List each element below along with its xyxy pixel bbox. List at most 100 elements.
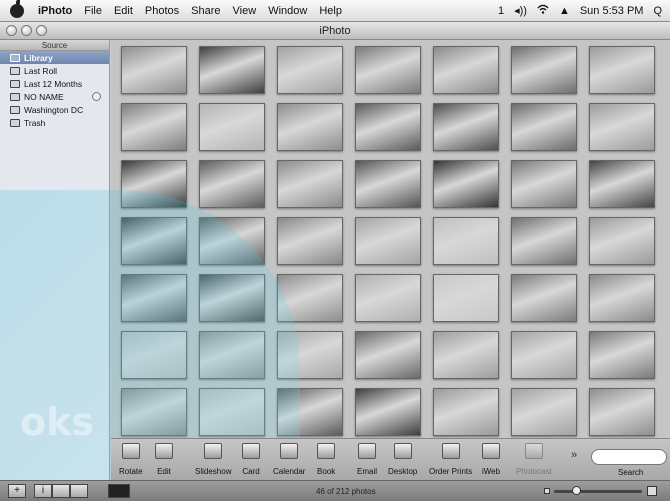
photo-thumbnail[interactable] [589, 274, 655, 322]
photo-thumbnail[interactable] [589, 331, 655, 379]
menu-view[interactable]: View [227, 5, 263, 17]
menu-file[interactable]: File [78, 5, 108, 17]
menu-window[interactable]: Window [262, 5, 313, 17]
add-album-button[interactable]: + [8, 484, 26, 498]
rotate-button[interactable]: Rotate [119, 443, 143, 476]
menu-edit[interactable]: Edit [108, 5, 139, 17]
menu-bar: iPhoto File Edit Photos Share View Windo… [0, 0, 670, 22]
zoom-slider[interactable] [554, 490, 642, 493]
photo-thumbnail[interactable] [199, 103, 265, 151]
small-thumbnail-icon [544, 488, 550, 494]
photo-thumbnail[interactable] [589, 388, 655, 436]
photo-thumbnail[interactable] [355, 217, 421, 265]
photo-thumbnail[interactable] [433, 217, 499, 265]
photo-thumbnail[interactable] [199, 217, 265, 265]
photo-thumbnail[interactable] [511, 160, 577, 208]
photo-thumbnail[interactable] [121, 160, 187, 208]
photo-thumbnail[interactable] [433, 160, 499, 208]
photo-thumbnail[interactable] [199, 388, 265, 436]
photo-thumbnail[interactable] [511, 103, 577, 151]
library-icon [10, 53, 20, 62]
photo-thumbnail[interactable] [511, 388, 577, 436]
calendar-view-button[interactable] [52, 484, 70, 498]
menu-extra-number[interactable]: 1 [498, 5, 504, 17]
photo-thumbnail[interactable] [199, 274, 265, 322]
photo-thumbnail[interactable] [199, 160, 265, 208]
photo-thumbnail[interactable] [121, 217, 187, 265]
photo-thumbnail[interactable] [355, 274, 421, 322]
keywords-button[interactable] [70, 484, 88, 498]
menu-photos[interactable]: Photos [139, 5, 185, 17]
photo-thumbnail[interactable] [355, 160, 421, 208]
photo-thumbnail[interactable] [199, 46, 265, 94]
photo-thumbnail[interactable] [121, 46, 187, 94]
book-button[interactable]: Book [317, 443, 335, 476]
iweb-button[interactable]: iWeb [482, 443, 500, 476]
photo-thumbnail[interactable] [589, 46, 655, 94]
photo-thumbnail[interactable] [433, 103, 499, 151]
sidebar-item-last-12-months[interactable]: Last 12 Months [0, 77, 109, 90]
photo-thumbnail[interactable] [355, 103, 421, 151]
photo-thumbnail[interactable] [355, 388, 421, 436]
photo-thumbnail[interactable] [355, 46, 421, 94]
eject-icon[interactable] [92, 92, 101, 101]
photo-thumbnail[interactable] [277, 160, 343, 208]
minimize-window-button[interactable] [21, 25, 32, 36]
photo-thumbnail[interactable] [277, 217, 343, 265]
calendar-button[interactable]: Calendar [273, 443, 305, 476]
photo-thumbnail[interactable] [511, 217, 577, 265]
photo-thumbnail[interactable] [589, 160, 655, 208]
info-button[interactable]: i [34, 484, 52, 498]
photo-thumbnail[interactable] [589, 103, 655, 151]
slideshow-button[interactable]: Slideshow [195, 443, 231, 476]
edit-button[interactable]: Edit [155, 443, 173, 476]
photo-thumbnail[interactable] [511, 331, 577, 379]
photo-thumbnail[interactable] [121, 274, 187, 322]
photo-thumbnail[interactable] [277, 103, 343, 151]
menu-clock[interactable]: Sun 5:53 PM [580, 5, 644, 17]
photo-thumbnail[interactable] [433, 274, 499, 322]
photo-grid[interactable] [111, 40, 670, 438]
source-header[interactable]: Source [0, 40, 109, 51]
sidebar-item-no-name[interactable]: NO NAME [0, 90, 109, 103]
photo-count: 46 of 212 photos [316, 487, 376, 496]
photo-thumbnail[interactable] [511, 274, 577, 322]
photo-thumbnail[interactable] [433, 388, 499, 436]
close-window-button[interactable] [6, 25, 17, 36]
zoom-window-button[interactable] [36, 25, 47, 36]
photo-thumbnail[interactable] [277, 274, 343, 322]
menu-share[interactable]: Share [185, 5, 226, 17]
wifi-icon[interactable] [537, 4, 549, 17]
spotlight-icon[interactable]: Q [653, 5, 662, 17]
sidebar-item-washington-dc[interactable]: Washington DC [0, 103, 109, 116]
search-input[interactable] [591, 449, 667, 465]
eject-menu-icon[interactable]: ▲ [559, 5, 570, 17]
sidebar-item-last-roll[interactable]: Last Roll [0, 64, 109, 77]
card-button[interactable]: Card [242, 443, 260, 476]
more-tools-button[interactable]: » [571, 449, 577, 461]
photo-thumbnail[interactable] [121, 331, 187, 379]
photocast-button[interactable]: Photocast [516, 443, 552, 476]
photo-thumbnail[interactable] [355, 331, 421, 379]
photo-thumbnail[interactable] [277, 331, 343, 379]
menu-help[interactable]: Help [313, 5, 348, 17]
volume-icon[interactable]: ◂)) [514, 4, 527, 17]
full-screen-button[interactable] [108, 484, 130, 498]
order-prints-button[interactable]: Order Prints [429, 443, 472, 476]
photo-thumbnail[interactable] [433, 331, 499, 379]
photo-thumbnail[interactable] [121, 388, 187, 436]
menu-app-iphoto[interactable]: iPhoto [32, 5, 78, 17]
email-button[interactable]: Email [357, 443, 377, 476]
photo-thumbnail[interactable] [277, 388, 343, 436]
sidebar-item-library[interactable]: Library [0, 51, 109, 64]
zoom-slider-knob[interactable] [572, 486, 581, 495]
photo-thumbnail[interactable] [199, 331, 265, 379]
photo-thumbnail[interactable] [277, 46, 343, 94]
photo-thumbnail[interactable] [433, 46, 499, 94]
photo-thumbnail[interactable] [589, 217, 655, 265]
photo-thumbnail[interactable] [511, 46, 577, 94]
sidebar-item-trash[interactable]: Trash [0, 116, 109, 129]
apple-menu-icon[interactable] [10, 0, 24, 18]
photo-thumbnail[interactable] [121, 103, 187, 151]
desktop-button[interactable]: Desktop [388, 443, 417, 476]
